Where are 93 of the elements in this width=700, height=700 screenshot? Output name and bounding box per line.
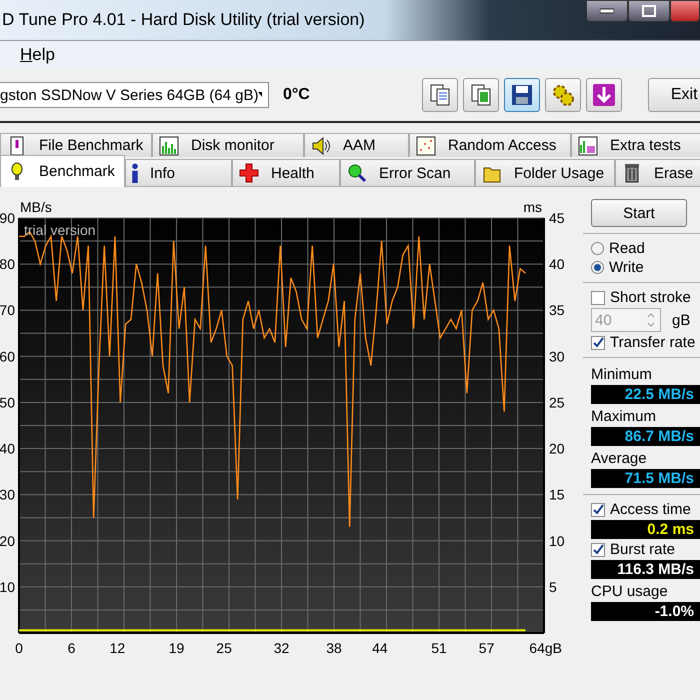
- checkbox-label[interactable]: Transfer rate: [610, 334, 696, 351]
- temperature-reading: 0°C: [283, 86, 310, 104]
- tab[interactable]: Folder Usage: [475, 159, 615, 187]
- checkbox[interactable]: [591, 502, 605, 516]
- radio-button[interactable]: [591, 261, 604, 274]
- axis-tick-label: 25: [549, 394, 565, 410]
- axis-tick-label: 32: [274, 640, 290, 656]
- maximize-icon: [642, 5, 656, 17]
- tab[interactable]: Extra tests: [571, 133, 700, 157]
- axis-tick-label: 57: [478, 640, 494, 656]
- gears-icon: [552, 84, 574, 106]
- axis-tick-label: 38: [326, 640, 342, 656]
- stat-readout: -1.0%: [591, 602, 700, 621]
- axis-tick-label: 70: [0, 302, 15, 318]
- stat-readout: 116.3 MB/s: [591, 560, 700, 579]
- radio-label[interactable]: Read: [609, 240, 645, 257]
- axis-tick-label: 19: [168, 640, 184, 656]
- radio-button[interactable]: [591, 242, 604, 255]
- tab[interactable]: File Benchmark: [0, 133, 152, 157]
- documents-image-icon: [470, 83, 492, 107]
- maximize-button[interactable]: [628, 0, 670, 22]
- grid-icon: [578, 136, 598, 156]
- axis-tick-label: 10: [0, 578, 15, 595]
- bar-chart-icon: [159, 136, 179, 156]
- speaker-icon: [311, 136, 331, 156]
- cross-icon: [239, 163, 259, 183]
- copy-button[interactable]: [422, 78, 458, 112]
- tab[interactable]: Disk monitor: [152, 133, 304, 157]
- axis-tick-label: 0: [15, 640, 23, 656]
- axis-tick-label: 80: [0, 256, 15, 272]
- trash-icon: [622, 163, 642, 183]
- axis-tick-label: 60: [0, 348, 15, 364]
- documents-icon: [428, 83, 451, 107]
- axis-tick-label: 20: [0, 532, 15, 549]
- axis-tick-label: 35: [549, 302, 565, 318]
- info-icon: [132, 163, 138, 183]
- stat-readout: 71.5 MB/s: [591, 469, 700, 488]
- checkbox-label[interactable]: Short stroke: [610, 289, 691, 306]
- drive-dropdown[interactable]: gston SSDNow V Series 64GB (64 gB): [0, 82, 269, 108]
- axis-tick-label: 45: [549, 210, 565, 226]
- checkbox[interactable]: [591, 290, 605, 304]
- caret-icon: [258, 92, 262, 98]
- axis-tick-label: 64gB: [529, 640, 562, 656]
- axis-title: ms: [523, 199, 542, 215]
- stat-label: Average: [591, 450, 648, 467]
- checkbox[interactable]: [591, 542, 605, 556]
- magnifier-icon: [347, 163, 367, 183]
- axis-tick-label: 90: [0, 210, 15, 226]
- tab[interactable]: Erase: [615, 159, 700, 187]
- axis-tick-label: 51: [431, 640, 447, 656]
- axis-tick-label: 40: [549, 256, 565, 272]
- checkbox-label[interactable]: Burst rate: [610, 541, 676, 558]
- unit-label: gB: [672, 312, 690, 328]
- checkbox[interactable]: [591, 336, 605, 350]
- radio-label[interactable]: Write: [609, 259, 644, 276]
- window-title: D Tune Pro 4.01 - Hard Disk Utility (trial version): [1, 10, 365, 30]
- axis-tick-label: 30: [0, 486, 15, 503]
- minimize-icon: [600, 8, 614, 14]
- axis-tick-label: 12: [110, 640, 126, 656]
- axis-tick-label: 6: [68, 640, 76, 656]
- save-button[interactable]: [504, 78, 540, 112]
- copy-image-button[interactable]: [462, 78, 499, 112]
- axis-tick-label: 15: [549, 486, 565, 503]
- download-button[interactable]: [586, 78, 622, 112]
- stat-label: Maximum: [591, 408, 658, 425]
- exit-button[interactable]: Exit: [648, 78, 700, 112]
- close-button[interactable]: [670, 0, 700, 22]
- axis-tick-label: 5: [549, 578, 557, 595]
- axis-tick-label: 50: [0, 394, 15, 410]
- tab[interactable]: Random Access: [409, 133, 571, 157]
- axis-tick-label: 44: [372, 640, 388, 656]
- tab[interactable]: AAM: [304, 133, 409, 157]
- tab[interactable]: Error Scan: [340, 159, 475, 187]
- tab[interactable]: Health: [232, 159, 340, 187]
- stat-readout: 86.7 MB/s: [591, 427, 700, 446]
- axis-tick-label: 30: [549, 348, 565, 364]
- stat-label: Minimum: [591, 366, 653, 383]
- tab[interactable]: Benchmark: [0, 155, 125, 187]
- axis-tick-label: 20: [549, 440, 565, 457]
- options-button[interactable]: [544, 78, 581, 112]
- axis-title: MB/s: [20, 199, 52, 215]
- menu-item[interactable]: Help: [0, 45, 55, 65]
- stat-readout: 0.2 ms: [591, 520, 700, 539]
- axis-tick-label: 40: [0, 440, 15, 457]
- minimize-button[interactable]: [586, 0, 628, 22]
- stat-readout: 22.5 MB/s: [591, 385, 700, 404]
- stat-label: CPU usage: [591, 583, 669, 600]
- checkbox-label[interactable]: Access time: [610, 501, 691, 518]
- start-button[interactable]: Start: [591, 199, 687, 227]
- axis-tick-label: 10: [549, 532, 565, 549]
- scatter-icon: [416, 136, 436, 156]
- axis-tick-label: 25: [216, 640, 232, 656]
- tab[interactable]: Info: [125, 159, 232, 187]
